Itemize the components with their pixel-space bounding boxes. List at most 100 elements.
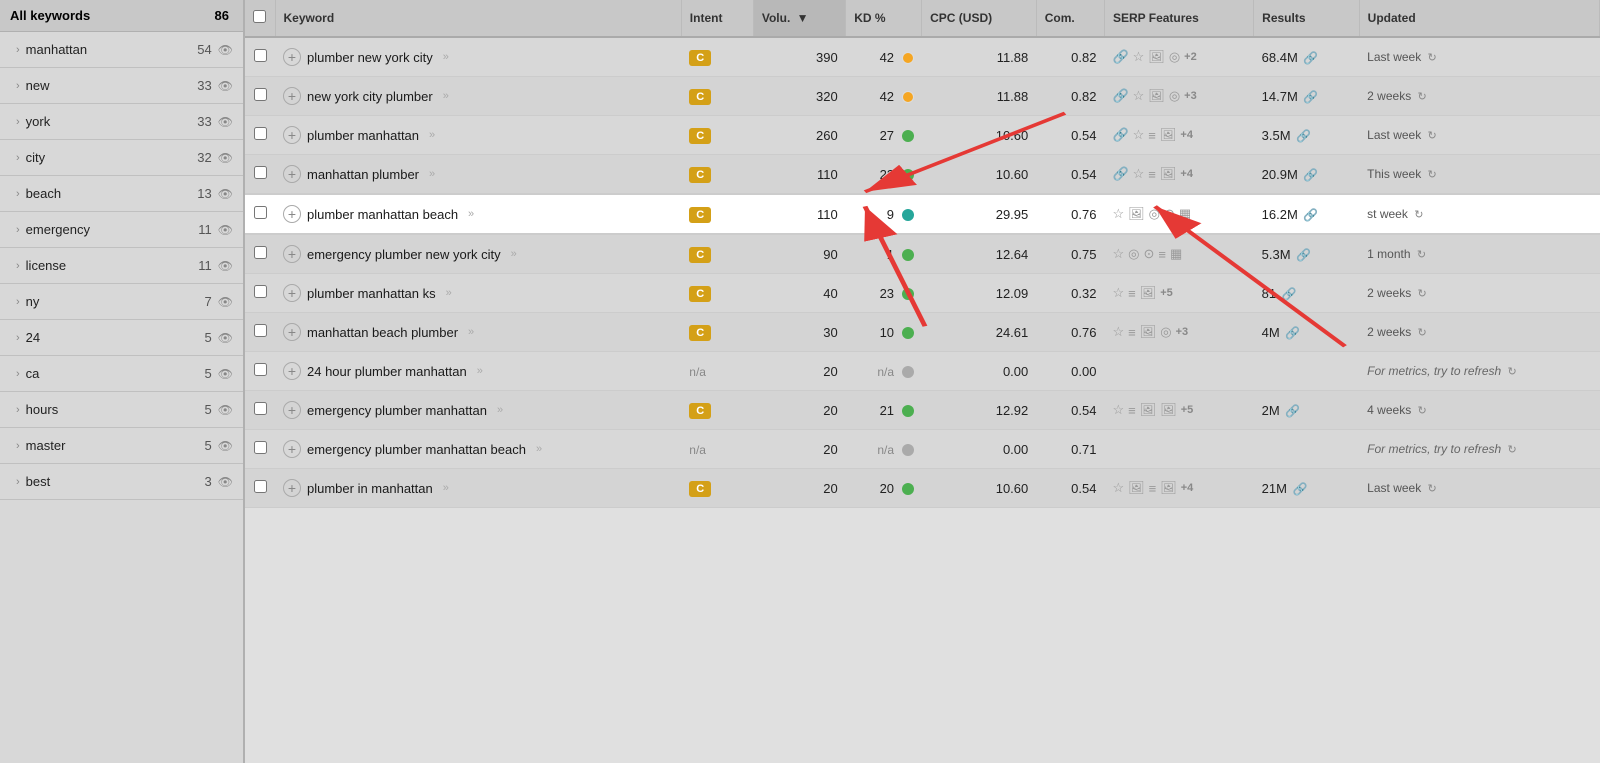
refresh-icon: ↻ — [1428, 169, 1437, 181]
row-checkbox[interactable] — [254, 246, 267, 259]
row-checkbox-cell — [245, 352, 275, 391]
add-keyword-icon[interactable]: + — [283, 401, 301, 419]
add-keyword-icon[interactable]: + — [283, 479, 301, 497]
add-keyword-icon[interactable]: + — [283, 284, 301, 302]
sidebar-item-best[interactable]: › best 3 👁 — [0, 464, 243, 500]
row-checkbox[interactable] — [254, 206, 267, 219]
add-keyword-icon[interactable]: + — [283, 48, 301, 66]
sidebar-item-ny[interactable]: › ny 7 👁 — [0, 284, 243, 320]
sidebar-item-ca[interactable]: › ca 5 👁 — [0, 356, 243, 392]
row-checkbox[interactable] — [254, 285, 267, 298]
row-checkbox[interactable] — [254, 49, 267, 62]
results-cell: 68.4M 🔗 — [1254, 37, 1360, 77]
volume-cell: 20 — [753, 352, 845, 391]
row-checkbox[interactable] — [254, 480, 267, 493]
keyword-cell: + manhattan plumber » — [275, 155, 681, 195]
sidebar-item-label: 24 — [26, 330, 40, 345]
sidebar-item-beach[interactable]: › beach 13 👁 — [0, 176, 243, 212]
updated-cell: 2 weeks ↻ — [1359, 274, 1599, 313]
sidebar-item-manhattan[interactable]: › manhattan 54 👁 — [0, 32, 243, 68]
keyword-expand-icon[interactable]: » — [511, 248, 517, 260]
keyword-expand-icon[interactable]: » — [429, 129, 435, 141]
volume-cell: 20 — [753, 430, 845, 469]
eye-icon: 👁 — [218, 151, 233, 165]
eye-icon: 👁 — [218, 79, 233, 93]
row-checkbox[interactable] — [254, 324, 267, 337]
sidebar-item-hours[interactable]: › hours 5 👁 — [0, 392, 243, 428]
keyword-expand-icon[interactable]: » — [443, 51, 449, 63]
refresh-icon: ↻ — [1418, 405, 1427, 417]
com-cell: 0.76 — [1036, 194, 1104, 234]
chevron-icon: › — [16, 404, 20, 416]
cpc-cell: 0.00 — [922, 352, 1037, 391]
table-row: + plumber manhattan ks » C 40 23 12.09 0… — [245, 274, 1600, 313]
keyword-expand-icon[interactable]: » — [497, 404, 503, 416]
add-keyword-icon[interactable]: + — [283, 440, 301, 458]
keyword-expand-icon[interactable]: » — [477, 365, 483, 377]
volume-cell: 30 — [753, 313, 845, 352]
add-keyword-icon[interactable]: + — [283, 126, 301, 144]
keyword-cell: + plumber new york city » — [275, 37, 681, 77]
kd-na: n/a — [877, 365, 894, 379]
chevron-icon: › — [16, 80, 20, 92]
updated-cell: Last week ↻ — [1359, 37, 1599, 77]
refresh-icon: ↻ — [1508, 366, 1517, 378]
serp-feature-icon: ☆ — [1133, 88, 1145, 104]
kd-dot — [902, 483, 914, 495]
add-keyword-icon[interactable]: + — [283, 362, 301, 380]
intent-cell: C — [681, 194, 753, 234]
select-all-checkbox[interactable] — [253, 10, 266, 23]
row-checkbox[interactable] — [254, 363, 267, 376]
row-checkbox-cell — [245, 77, 275, 116]
add-keyword-icon[interactable]: + — [283, 165, 301, 183]
serp-feature-icon: ≡ — [1148, 167, 1156, 182]
keyword-expand-icon[interactable]: » — [468, 326, 474, 338]
sidebar-item-label: beach — [26, 186, 61, 201]
keyword-expand-icon[interactable]: » — [536, 443, 542, 455]
row-checkbox[interactable] — [254, 166, 267, 179]
keyword-expand-icon[interactable]: » — [468, 208, 474, 220]
serp-cell: ☆◎⊙≡▦ — [1104, 234, 1253, 274]
serp-feature-icon: ☆ — [1133, 166, 1145, 182]
sidebar-item-24[interactable]: › 24 5 👁 — [0, 320, 243, 356]
sidebar-item-city[interactable]: › city 32 👁 — [0, 140, 243, 176]
add-keyword-icon[interactable]: + — [283, 205, 301, 223]
com-cell: 0.54 — [1036, 155, 1104, 195]
sidebar-item-master[interactable]: › master 5 👁 — [0, 428, 243, 464]
keyword-expand-icon[interactable]: » — [446, 287, 452, 299]
keyword-cell: + emergency plumber new york city » — [275, 234, 681, 274]
sidebar-item-emergency[interactable]: › emergency 11 👁 — [0, 212, 243, 248]
results-icon: 🔗 — [1303, 51, 1318, 65]
eye-icon: 👁 — [218, 295, 233, 309]
sidebar-item-york[interactable]: › york 33 👁 — [0, 104, 243, 140]
keyword-cell: + plumber manhattan beach » — [275, 194, 681, 234]
keyword-expand-icon[interactable]: » — [429, 168, 435, 180]
eye-icon: 👁 — [218, 439, 233, 453]
row-checkbox[interactable] — [254, 127, 267, 140]
chevron-icon: › — [16, 188, 20, 200]
add-keyword-icon[interactable]: + — [283, 245, 301, 263]
com-cell: 0.75 — [1036, 234, 1104, 274]
row-checkbox[interactable] — [254, 88, 267, 101]
serp-plus: +3 — [1184, 90, 1197, 102]
row-checkbox-cell — [245, 37, 275, 77]
serp-plus: +2 — [1184, 51, 1197, 63]
header-volume[interactable]: Volu. ▼ — [753, 0, 845, 37]
add-keyword-icon[interactable]: + — [283, 323, 301, 341]
keyword-expand-icon[interactable]: » — [443, 90, 449, 102]
add-keyword-icon[interactable]: + — [283, 87, 301, 105]
row-checkbox[interactable] — [254, 441, 267, 454]
sidebar-item-license[interactable]: › license 11 👁 — [0, 248, 243, 284]
sidebar-item-new[interactable]: › new 33 👁 — [0, 68, 243, 104]
row-checkbox[interactable] — [254, 402, 267, 415]
header-keyword: Keyword — [275, 0, 681, 37]
kd-cell: 9 — [846, 194, 922, 234]
sidebar-item-count: 32 — [197, 150, 211, 165]
keyword-expand-icon[interactable]: » — [443, 482, 449, 494]
table-body: + plumber new york city » C 390 42 11.88… — [245, 37, 1600, 508]
header-com: Com. — [1036, 0, 1104, 37]
serp-feature-icon: ☆ — [1112, 246, 1124, 262]
table-row: + manhattan plumber » C 110 22 10.60 0.5… — [245, 155, 1600, 195]
sidebar-item-count: 33 — [197, 78, 211, 93]
results-cell: 3.5M 🔗 — [1254, 116, 1360, 155]
